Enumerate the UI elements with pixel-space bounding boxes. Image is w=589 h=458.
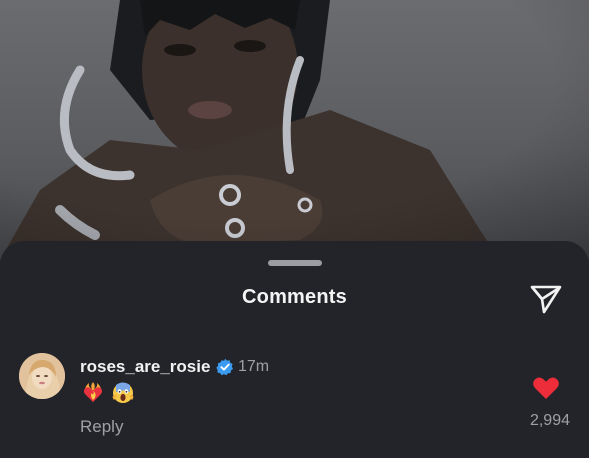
reply-button[interactable]: Reply [80, 417, 123, 437]
heart-icon[interactable] [532, 375, 560, 401]
face-screaming-emoji [112, 382, 134, 403]
like-count: 2,994 [529, 412, 570, 429]
comments-screen: Comments roses_are_rosie 17m Reply 2,994 [0, 0, 589, 458]
sheet-title: Comments [242, 286, 347, 308]
share-button[interactable] [526, 281, 566, 317]
comment-item: roses_are_rosie 17m Reply 2,994 [0, 351, 589, 451]
heart-on-fire-emoji [83, 382, 103, 402]
comment-text [81, 381, 135, 407]
paper-plane-icon [530, 285, 562, 314]
avatar[interactable] [19, 353, 65, 399]
comment-username[interactable]: roses_are_rosie [80, 357, 210, 377]
sheet-drag-handle[interactable] [268, 260, 322, 266]
comment-timestamp: 17m [238, 358, 270, 375]
verified-badge-icon [216, 358, 233, 376]
comments-sheet: Comments roses_are_rosie 17m Reply 2,994 [0, 241, 589, 458]
post-photo [0, 0, 589, 260]
